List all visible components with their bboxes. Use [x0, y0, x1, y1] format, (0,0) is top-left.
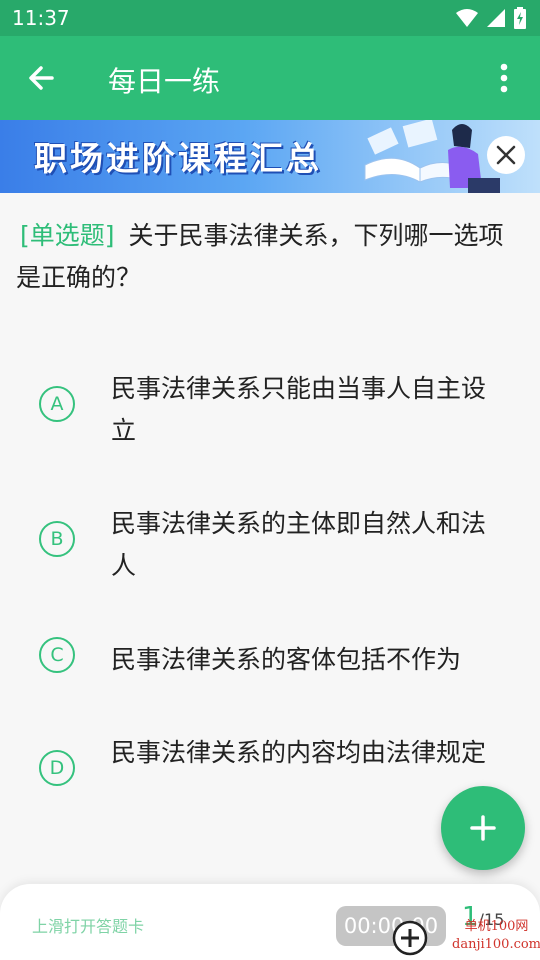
more-options-button[interactable] [484, 58, 524, 98]
option-letter: D [39, 750, 75, 786]
question-stem: [单选题] 关于民事法律关系，下列哪一选项是正确的？ [16, 215, 524, 299]
reading-person-illustration [364, 120, 500, 193]
status-icons [456, 7, 526, 29]
more-vertical-icon [500, 63, 508, 93]
watermark-logo-icon [392, 920, 428, 956]
close-icon [496, 145, 516, 165]
question-type-label: [单选题] [20, 221, 115, 250]
swipe-hint: 上滑打开答题卡 [32, 917, 145, 936]
page-title: 每日一练 [108, 65, 221, 98]
plus-icon [470, 815, 496, 841]
wifi-icon [456, 9, 478, 27]
option-letter: C [39, 637, 75, 673]
option-letter: A [39, 386, 75, 422]
status-time: 11:37 [12, 6, 70, 30]
back-button[interactable] [22, 58, 62, 98]
signal-icon [487, 9, 505, 27]
watermark-line2: danji100.com [452, 937, 540, 952]
arrow-left-icon [29, 66, 54, 90]
option-text: 民事法律关系的主体即自然人和法人 [111, 509, 487, 580]
watermark-line1: 单机100网 [464, 919, 529, 934]
option-text: 民事法律关系的内容均由法律规定 [111, 738, 487, 767]
watermark: 单机100网 danji100.com [452, 918, 540, 954]
timer: 00:00:00 [336, 906, 446, 946]
battery-icon [514, 7, 526, 29]
add-button[interactable] [441, 786, 525, 870]
option-text: 民事法律关系的客体包括不作为 [111, 645, 462, 674]
course-banner[interactable]: 职场进阶课程汇总 [0, 120, 540, 193]
close-banner-button[interactable] [487, 136, 525, 174]
option-text: 民事法律关系只能由当事人自主设立 [111, 374, 487, 445]
option-letter: B [39, 521, 75, 557]
status-bar: 11:37 [0, 0, 540, 36]
app-bar: 每日一练 [0, 36, 540, 120]
banner-text: 职场进阶课程汇总 [34, 139, 322, 178]
